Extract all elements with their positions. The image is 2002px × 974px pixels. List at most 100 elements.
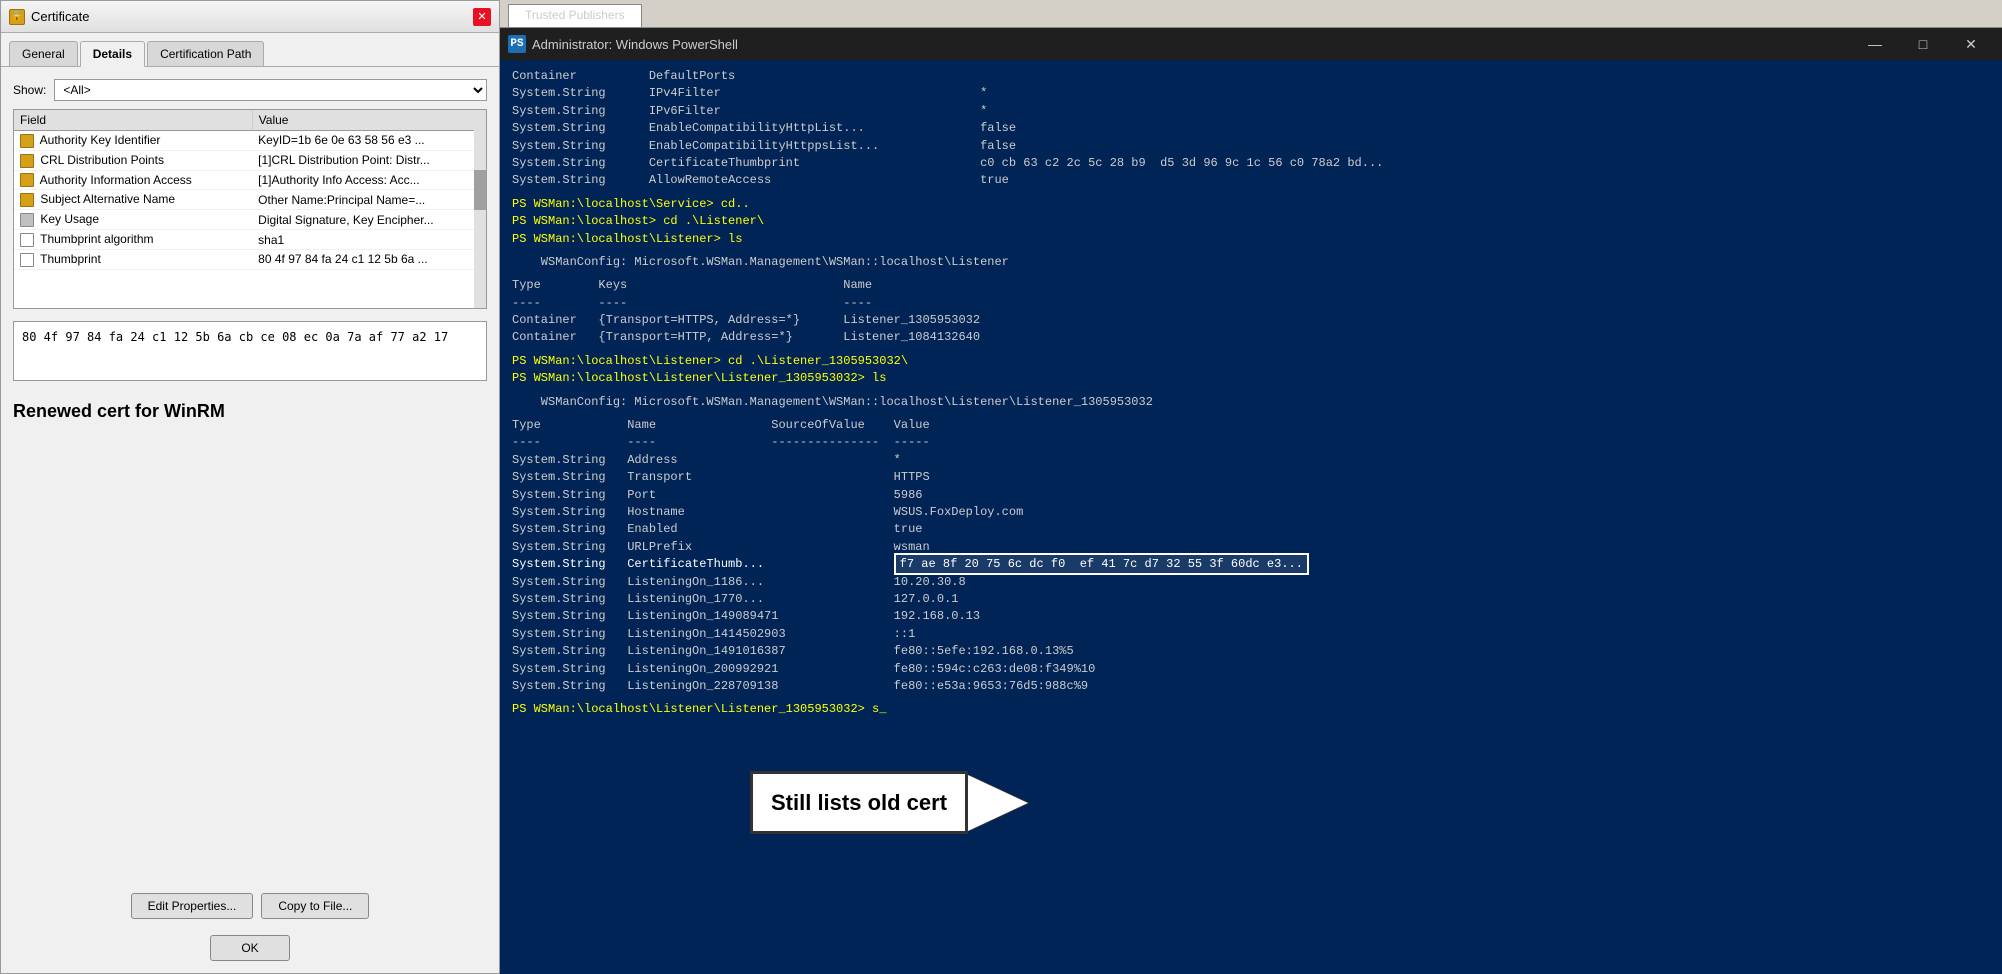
ps-maximize-button[interactable]: □ (1900, 30, 1946, 58)
scrollbar-track[interactable] (474, 110, 486, 308)
ps-line: WSManConfig: Microsoft.WSMan.Management\… (512, 254, 1990, 271)
ps-line: System.String ListeningOn_1186... 10.20.… (512, 574, 1990, 591)
ps-line: Container {Transport=HTTP, Address=*} Li… (512, 329, 1990, 346)
table-row[interactable]: Subject Alternative NameOther Name:Princ… (14, 190, 486, 210)
highlighted-thumbprint: f7 ae 8f 20 75 6c dc f0 ef 41 7c d7 32 5… (894, 553, 1309, 575)
cert-dialog-icon: 🔒 (9, 9, 25, 25)
field-cell: Authority Key Identifier (14, 131, 252, 151)
value-cell: 80 4f 97 84 fa 24 c1 12 5b 6a ... (252, 249, 485, 269)
col-value: Value (252, 110, 485, 131)
table-row[interactable]: Authority Information Access[1]Authority… (14, 170, 486, 190)
ps-line: System.String EnableCompatibilityHttpLis… (512, 120, 1990, 137)
copy-to-file-button[interactable]: Copy to File... (261, 893, 369, 919)
field-cell: CRL Distribution Points (14, 150, 252, 170)
field-icon (20, 134, 34, 148)
ps-line: System.String CertificateThumb... f7 ae … (512, 556, 1990, 573)
ps-line: ---- ---- --------------- ----- (512, 434, 1990, 451)
ps-line: System.String IPv4Filter * (512, 85, 1990, 102)
value-cell: Digital Signature, Key Encipher... (252, 210, 485, 230)
table-row[interactable]: Thumbprint algorithmsha1 (14, 230, 486, 250)
ps-line: System.String AllowRemoteAccess true (512, 172, 1990, 189)
ps-line: WSManConfig: Microsoft.WSMan.Management\… (512, 394, 1990, 411)
ps-minimize-button[interactable]: — (1852, 30, 1898, 58)
ps-titlebar: PS Administrator: Windows PowerShell — □… (500, 28, 2002, 60)
value-cell: sha1 (252, 230, 485, 250)
table-row[interactable]: Key UsageDigital Signature, Key Encipher… (14, 210, 486, 230)
ps-line: PS WSMan:\localhost\Listener> cd .\Liste… (512, 353, 1990, 370)
ps-line: System.String Transport HTTPS (512, 469, 1990, 486)
ps-line: System.String IPv6Filter * (512, 103, 1990, 120)
ps-line: PS WSMan:\localhost\Service> cd.. (512, 196, 1990, 213)
cert-titlebar: 🔒 Certificate ✕ (1, 1, 499, 33)
cert-field-table-container: Field Value Authority Key IdentifierKeyI… (13, 109, 487, 309)
col-field: Field (14, 110, 252, 131)
ps-line: System.String EnableCompatibilityHttppsL… (512, 138, 1990, 155)
ps-line: System.String ListeningOn_228709138 fe80… (512, 678, 1990, 695)
field-icon (20, 213, 34, 227)
ps-line: PS WSMan:\localhost> cd .\Listener\ (512, 213, 1990, 230)
field-icon (20, 253, 34, 267)
ps-line: Type Keys Name (512, 277, 1990, 294)
annotation-container: Still lists old cert (750, 771, 1028, 834)
table-row[interactable]: Thumbprint80 4f 97 84 fa 24 c1 12 5b 6a … (14, 249, 486, 269)
ps-line: System.String Port 5986 (512, 487, 1990, 504)
field-icon (20, 173, 34, 187)
ps-line: System.String ListeningOn_1414502903 ::1 (512, 626, 1990, 643)
ps-line: PS WSMan:\localhost\Listener> ls (512, 231, 1990, 248)
show-row: Show: <All> (13, 79, 487, 101)
ps-window-title: Administrator: Windows PowerShell (532, 37, 738, 52)
trusted-publishers-tab[interactable]: Trusted Publishers (508, 4, 642, 27)
cert-action-buttons: Edit Properties... Copy to File... (13, 885, 487, 919)
top-tab-bar: Trusted Publishers (500, 0, 2002, 28)
cert-close-button[interactable]: ✕ (473, 8, 491, 26)
tab-general[interactable]: General (9, 41, 78, 66)
scrollbar-thumb[interactable] (474, 170, 486, 210)
ps-line: System.String Address * (512, 452, 1990, 469)
annotation-box: Still lists old cert (750, 771, 968, 834)
ps-line: System.String Hostname WSUS.FoxDeploy.co… (512, 504, 1990, 521)
ps-content: Container DefaultPortsSystem.String IPv4… (500, 60, 2002, 974)
ps-line: System.String ListeningOn_200992921 fe80… (512, 661, 1990, 678)
powershell-window: Trusted Publishers PS Administrator: Win… (500, 0, 2002, 974)
value-cell: KeyID=1b 6e 0e 63 58 56 e3 ... (252, 131, 485, 151)
field-cell: Authority Information Access (14, 170, 252, 190)
cert-titlebar-left: 🔒 Certificate (9, 9, 90, 25)
ps-window-icon: PS (508, 35, 526, 53)
field-cell: Thumbprint (14, 249, 252, 269)
field-icon (20, 193, 34, 207)
tab-details[interactable]: Details (80, 41, 145, 67)
cert-tabs: General Details Certification Path (1, 33, 499, 67)
show-select[interactable]: <All> (54, 79, 487, 101)
ps-line: Container DefaultPorts (512, 68, 1990, 85)
ps-window-controls: — □ ✕ (1852, 30, 1994, 58)
ps-line: Container {Transport=HTTPS, Address=*} L… (512, 312, 1990, 329)
edit-properties-button[interactable]: Edit Properties... (131, 893, 254, 919)
ps-line: System.String Enabled true (512, 521, 1990, 538)
show-label: Show: (13, 83, 46, 97)
ps-titlebar-left: PS Administrator: Windows PowerShell (508, 35, 738, 53)
ps-line: System.String ListeningOn_1491016387 fe8… (512, 643, 1990, 660)
value-cell: [1]CRL Distribution Point: Distr... (252, 150, 485, 170)
field-icon (20, 233, 34, 247)
ps-line: PS WSMan:\localhost\Listener\Listener_13… (512, 701, 1990, 718)
table-row[interactable]: Authority Key IdentifierKeyID=1b 6e 0e 6… (14, 131, 486, 151)
value-cell: Other Name:Principal Name=... (252, 190, 485, 210)
ok-button[interactable]: OK (210, 935, 289, 961)
ps-line: ---- ---- ---- (512, 295, 1990, 312)
value-cell: [1]Authority Info Access: Acc... (252, 170, 485, 190)
field-cell: Key Usage (14, 210, 252, 230)
cert-body: Show: <All> Field Value Authority Key Id… (1, 67, 499, 973)
field-icon (20, 154, 34, 168)
cert-dialog-title: Certificate (31, 9, 90, 24)
cert-value-box: 80 4f 97 84 fa 24 c1 12 5b 6a cb ce 08 e… (13, 321, 487, 381)
table-row[interactable]: CRL Distribution Points[1]CRL Distributi… (14, 150, 486, 170)
ps-close-button[interactable]: ✕ (1948, 30, 1994, 58)
ps-line: System.String CertificateThumbprint c0 c… (512, 155, 1990, 172)
ps-line: System.String ListeningOn_149089471 192.… (512, 608, 1990, 625)
cert-renewed-label: Renewed cert for WinRM (13, 397, 487, 426)
cert-field-table: Field Value Authority Key IdentifierKeyI… (14, 110, 486, 270)
field-cell: Subject Alternative Name (14, 190, 252, 210)
cert-dialog: 🔒 Certificate ✕ General Details Certific… (0, 0, 500, 974)
tab-certification-path[interactable]: Certification Path (147, 41, 264, 66)
ps-line: PS WSMan:\localhost\Listener\Listener_13… (512, 370, 1990, 387)
